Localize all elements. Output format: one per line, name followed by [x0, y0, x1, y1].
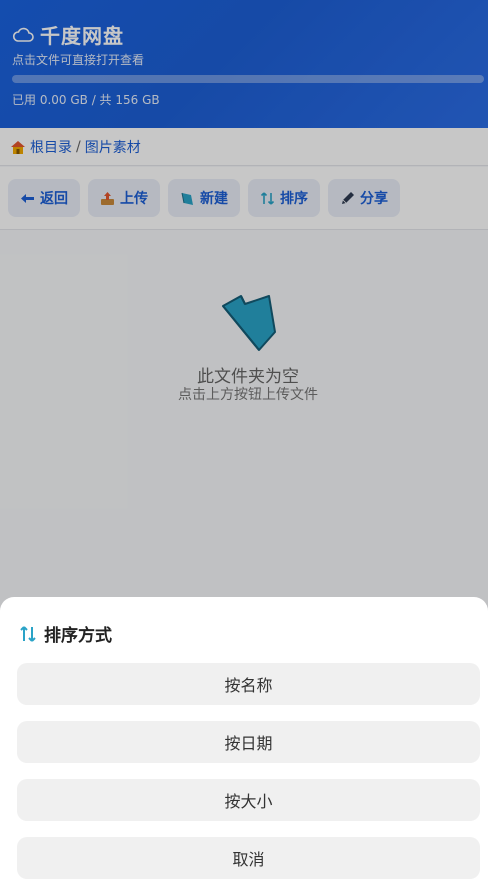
sort-icon [20, 625, 36, 642]
sort-by-date-option[interactable]: 按日期 [17, 721, 480, 763]
cancel-button[interactable]: 取消 [17, 837, 480, 879]
sort-by-size-option[interactable]: 按大小 [17, 779, 480, 821]
sort-sheet-title: 排序方式 [44, 626, 112, 646]
sort-bottom-sheet: 排序方式 按名称 按日期 按大小 取消 [0, 597, 488, 895]
sort-by-name-option[interactable]: 按名称 [17, 663, 480, 705]
sort-sheet-header: 排序方式 [18, 621, 112, 646]
